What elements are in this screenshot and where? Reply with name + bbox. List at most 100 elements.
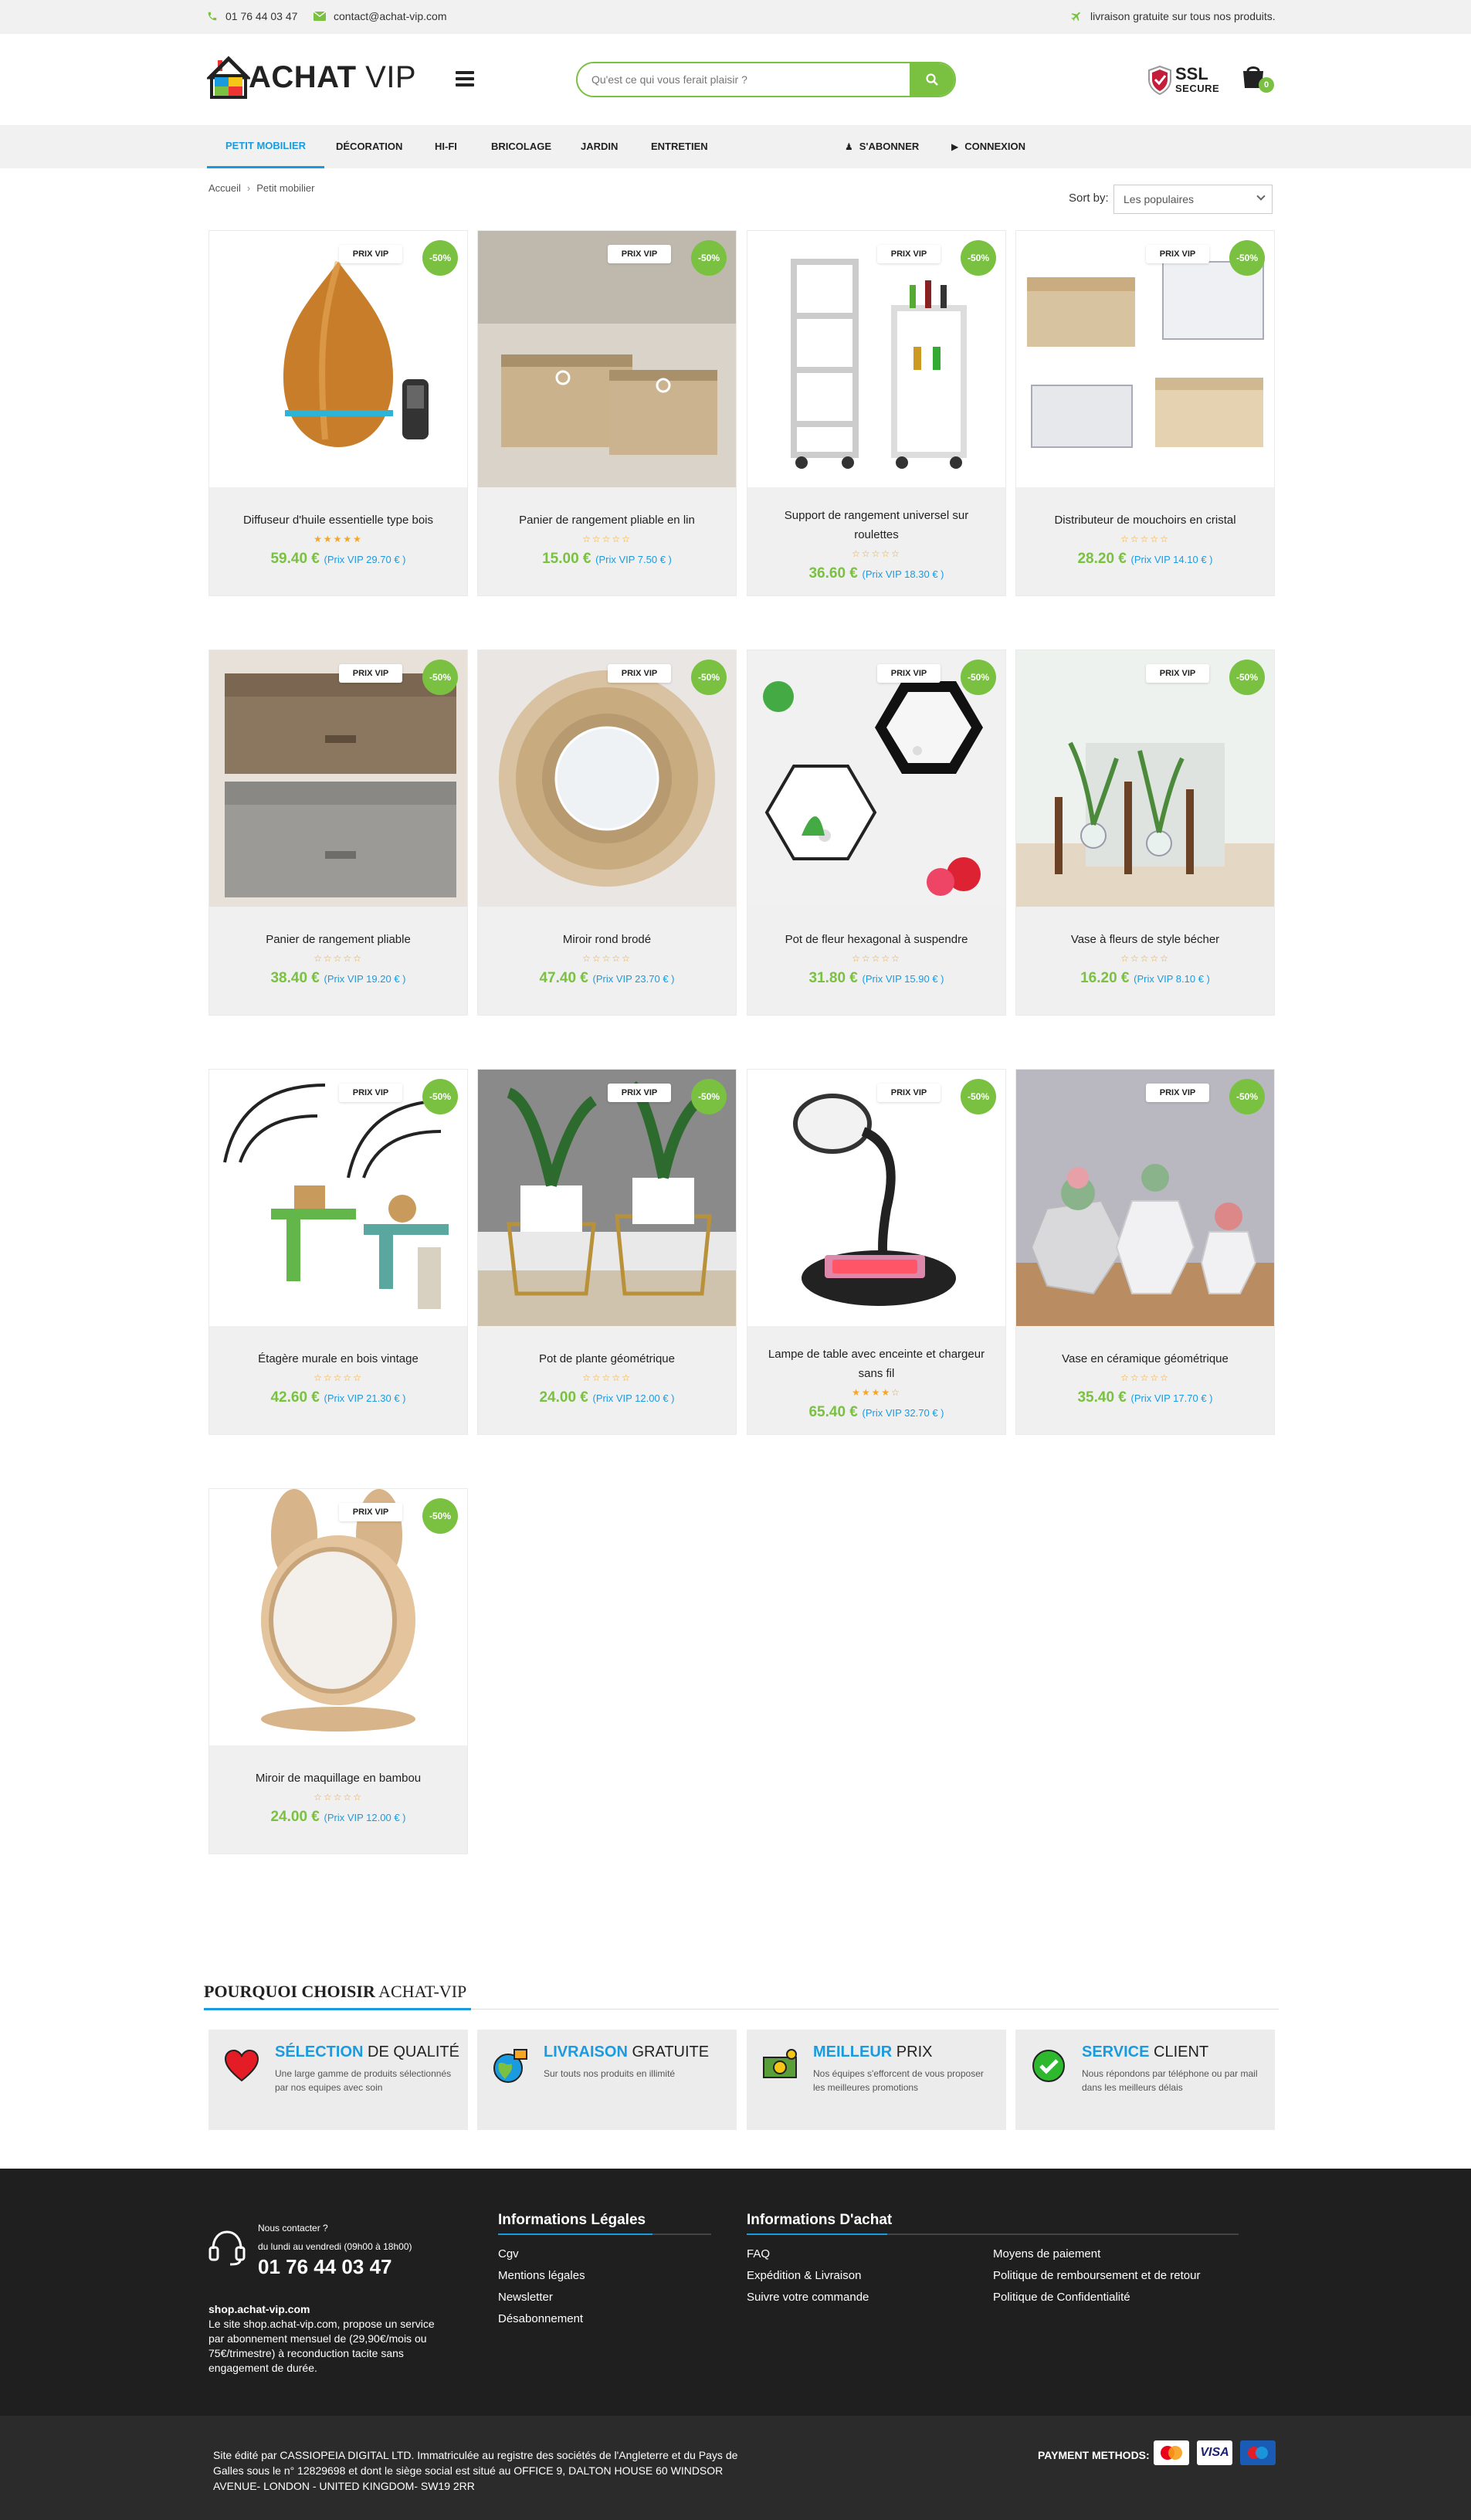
product-price: 47.40 € (Prix VIP 23.70 € ) xyxy=(493,968,720,989)
product-card[interactable]: PRIX VIP -50% Pot de plante géométrique ☆☆☆… xyxy=(477,1069,737,1435)
vip-price-value: (Prix VIP 19.20 € ) xyxy=(324,973,406,985)
product-name[interactable]: Miroir de maquillage en bambou xyxy=(256,1772,421,1785)
why-card-title: LIVRAISON GRATUITE xyxy=(544,2043,710,2060)
prix-vip-badge: PRIX VIP xyxy=(877,664,941,683)
nav-item-entretien[interactable]: ENTRETIEN xyxy=(651,125,708,168)
topbar-shipping-text: livraison gratuite sur tous nos produits… xyxy=(1090,10,1276,22)
footer-link-remboursement[interactable]: Politique de remboursement et de retour xyxy=(993,2269,1200,2282)
product-name[interactable]: Panier de rangement pliable en lin xyxy=(519,514,695,527)
topbar-email[interactable]: contact@achat-vip.com xyxy=(314,10,447,22)
site-logo[interactable]: ACHAT VIP xyxy=(207,54,416,99)
search-button[interactable] xyxy=(910,63,954,96)
product-name[interactable]: Panier de rangement pliable xyxy=(266,933,411,946)
discount-badge: -50% xyxy=(961,240,996,276)
discount-badge: -50% xyxy=(1229,1079,1265,1114)
discount-badge: -50% xyxy=(422,240,458,276)
product-card[interactable]: PRIX VIP -50% Diffuseur d'huile essentiell… xyxy=(208,230,468,596)
cart-button[interactable]: 0 xyxy=(1240,62,1276,97)
product-card[interactable]: PRIX VIP -50% Panier de rangement pliable ☆… xyxy=(208,650,468,1016)
product-card[interactable]: PRIX VIP -50% Vase en céramique géométriqu… xyxy=(1015,1069,1275,1435)
nav-item-decoration[interactable]: DÉCORATION xyxy=(336,125,402,168)
product-name[interactable]: Distributeur de mouchoirs en cristal xyxy=(1054,514,1235,527)
footer-link-suivre[interactable]: Suivre votre commande xyxy=(747,2291,869,2304)
why-card-desc: Nous répondons par téléphone ou par mail… xyxy=(1082,2068,1258,2093)
product-info: Panier de rangement pliable en lin ☆☆☆☆☆ 1… xyxy=(478,487,736,595)
footer-link-mentions[interactable]: Mentions légales xyxy=(498,2269,585,2282)
footer-link-cgv[interactable]: Cgv xyxy=(498,2247,519,2261)
product-card[interactable]: PRIX VIP -50% Miroir de maquillage en bamb… xyxy=(208,1488,468,1854)
why-card-livraison: LIVRAISON GRATUITE Sur touts nos produit… xyxy=(477,2030,737,2130)
footer-link-paiement[interactable]: Moyens de paiement xyxy=(993,2247,1100,2261)
discount-badge: -50% xyxy=(422,1498,458,1534)
why-card-prix: MEILLEUR PRIX Nos équipes s'efforcent de… xyxy=(747,2030,1006,2130)
footer-achat-title: Informations D'achat xyxy=(747,2212,893,2228)
prix-vip-badge: PRIX VIP xyxy=(608,245,671,263)
footer-achat-underline xyxy=(747,2233,1239,2235)
product-price: 15.00 € (Prix VIP 7.50 € ) xyxy=(493,549,720,569)
footer-link-confidentialite[interactable]: Politique de Confidentialité xyxy=(993,2291,1130,2304)
vip-price-value: (Prix VIP 17.70 € ) xyxy=(1130,1392,1213,1404)
product-card[interactable]: PRIX VIP -50% Lampe de table avec enceinte… xyxy=(747,1069,1006,1435)
product-rating: ☆☆☆☆☆ xyxy=(852,953,901,964)
price-value: 31.80 € xyxy=(808,970,858,986)
product-price: 42.60 € (Prix VIP 21.30 € ) xyxy=(225,1388,452,1408)
cart-count-badge: 0 xyxy=(1259,77,1274,93)
login-link[interactable]: ▶ CONNEXION xyxy=(951,125,1025,168)
discount-badge: -50% xyxy=(1229,240,1265,276)
subscribe-link[interactable]: ♟ S'ABONNER xyxy=(845,125,919,168)
user-icon: ♟ xyxy=(845,141,853,152)
product-name[interactable]: Étagère murale en bois vintage xyxy=(258,1352,419,1365)
prix-vip-badge: PRIX VIP xyxy=(608,1084,671,1102)
nav-item-bricolage[interactable]: BRICOLAGE xyxy=(491,125,551,168)
product-card[interactable]: PRIX VIP -50% Vase à fleurs de style béche… xyxy=(1015,650,1275,1016)
footer-link-faq[interactable]: FAQ xyxy=(747,2247,770,2261)
product-name[interactable]: Miroir rond brodé xyxy=(563,933,651,946)
logo-text: ACHAT VIP xyxy=(249,60,417,94)
product-card[interactable]: PRIX VIP -50% Panier de rangement pliable … xyxy=(477,230,737,596)
product-rating: ☆☆☆☆☆ xyxy=(314,1792,363,1803)
nav-item-jardin[interactable]: JARDIN xyxy=(581,125,618,168)
vip-price-value: (Prix VIP 32.70 € ) xyxy=(862,1407,944,1419)
discount-badge: -50% xyxy=(691,1079,727,1114)
phone-icon xyxy=(208,12,217,21)
product-card[interactable]: PRIX VIP -50% Distributeur de mouchoirs en… xyxy=(1015,230,1275,596)
product-name[interactable]: Vase en céramique géométrique xyxy=(1062,1352,1229,1365)
topbar-phone[interactable]: 01 76 44 03 47 xyxy=(207,10,297,22)
product-name[interactable]: Pot de plante géométrique xyxy=(539,1352,675,1365)
nav-item-petit-mobilier[interactable]: PETIT MOBILIER xyxy=(207,125,324,168)
footer-phone[interactable]: 01 76 44 03 47 xyxy=(258,2255,392,2279)
product-info: Miroir de maquillage en bambou ☆☆☆☆☆ 24.00… xyxy=(209,1745,467,1854)
product-name[interactable]: Lampe de table avec enceinte et chargeur… xyxy=(768,1348,985,1380)
product-card[interactable]: PRIX VIP -50% Étagère murale en bois vinta… xyxy=(208,1069,468,1435)
footer-link-newsletter[interactable]: Newsletter xyxy=(498,2291,553,2304)
breadcrumb-home[interactable]: Accueil xyxy=(208,182,241,194)
product-name[interactable]: Diffuseur d'huile essentielle type bois xyxy=(243,514,433,527)
why-card-title: MEILLEUR PRIX xyxy=(813,2043,933,2060)
bottom-bar: Site édité par CASSIOPEIA DIGITAL LTD. I… xyxy=(0,2416,1471,2520)
why-card-title: SÉLECTION DE QUALITÉ xyxy=(275,2043,459,2060)
sort-select[interactable]: Les populaires xyxy=(1113,185,1273,214)
search-input[interactable] xyxy=(578,63,910,96)
price-value: 28.20 € xyxy=(1077,551,1127,567)
product-name[interactable]: Support de rangement universel sur roule… xyxy=(785,509,968,541)
product-name[interactable]: Pot de fleur hexagonal à suspendre xyxy=(785,933,968,946)
product-rating: ☆☆☆☆☆ xyxy=(582,534,632,544)
menu-toggle-button[interactable] xyxy=(456,71,474,86)
price-value: 24.00 € xyxy=(539,1389,588,1406)
arrow-right-icon: ▶ xyxy=(951,141,959,152)
price-value: 59.40 € xyxy=(270,551,320,567)
prix-vip-badge: PRIX VIP xyxy=(339,1503,402,1521)
product-card[interactable]: PRIX VIP -50% Pot de fleur hexagonal à sus… xyxy=(747,650,1006,1016)
prix-vip-badge: PRIX VIP xyxy=(877,1084,941,1102)
footer-link-expedition[interactable]: Expédition & Livraison xyxy=(747,2269,861,2282)
product-card[interactable]: PRIX VIP -50% Miroir rond brodé ☆☆☆☆☆ 47.40 … xyxy=(477,650,737,1016)
product-name[interactable]: Vase à fleurs de style bécher xyxy=(1071,933,1219,946)
product-rating: ☆☆☆☆☆ xyxy=(582,953,632,964)
topbar-email-text: contact@achat-vip.com xyxy=(334,10,447,22)
prix-vip-badge: PRIX VIP xyxy=(1146,1084,1209,1102)
footer-link-desabonnement[interactable]: Désabonnement xyxy=(498,2312,583,2325)
footer-legal-underline xyxy=(498,2233,711,2235)
product-info: Support de rangement universel sur roule… xyxy=(747,487,1005,595)
nav-item-hifi[interactable]: HI-FI xyxy=(435,125,457,168)
product-card[interactable]: PRIX VIP -50% Support de rangement univers… xyxy=(747,230,1006,596)
